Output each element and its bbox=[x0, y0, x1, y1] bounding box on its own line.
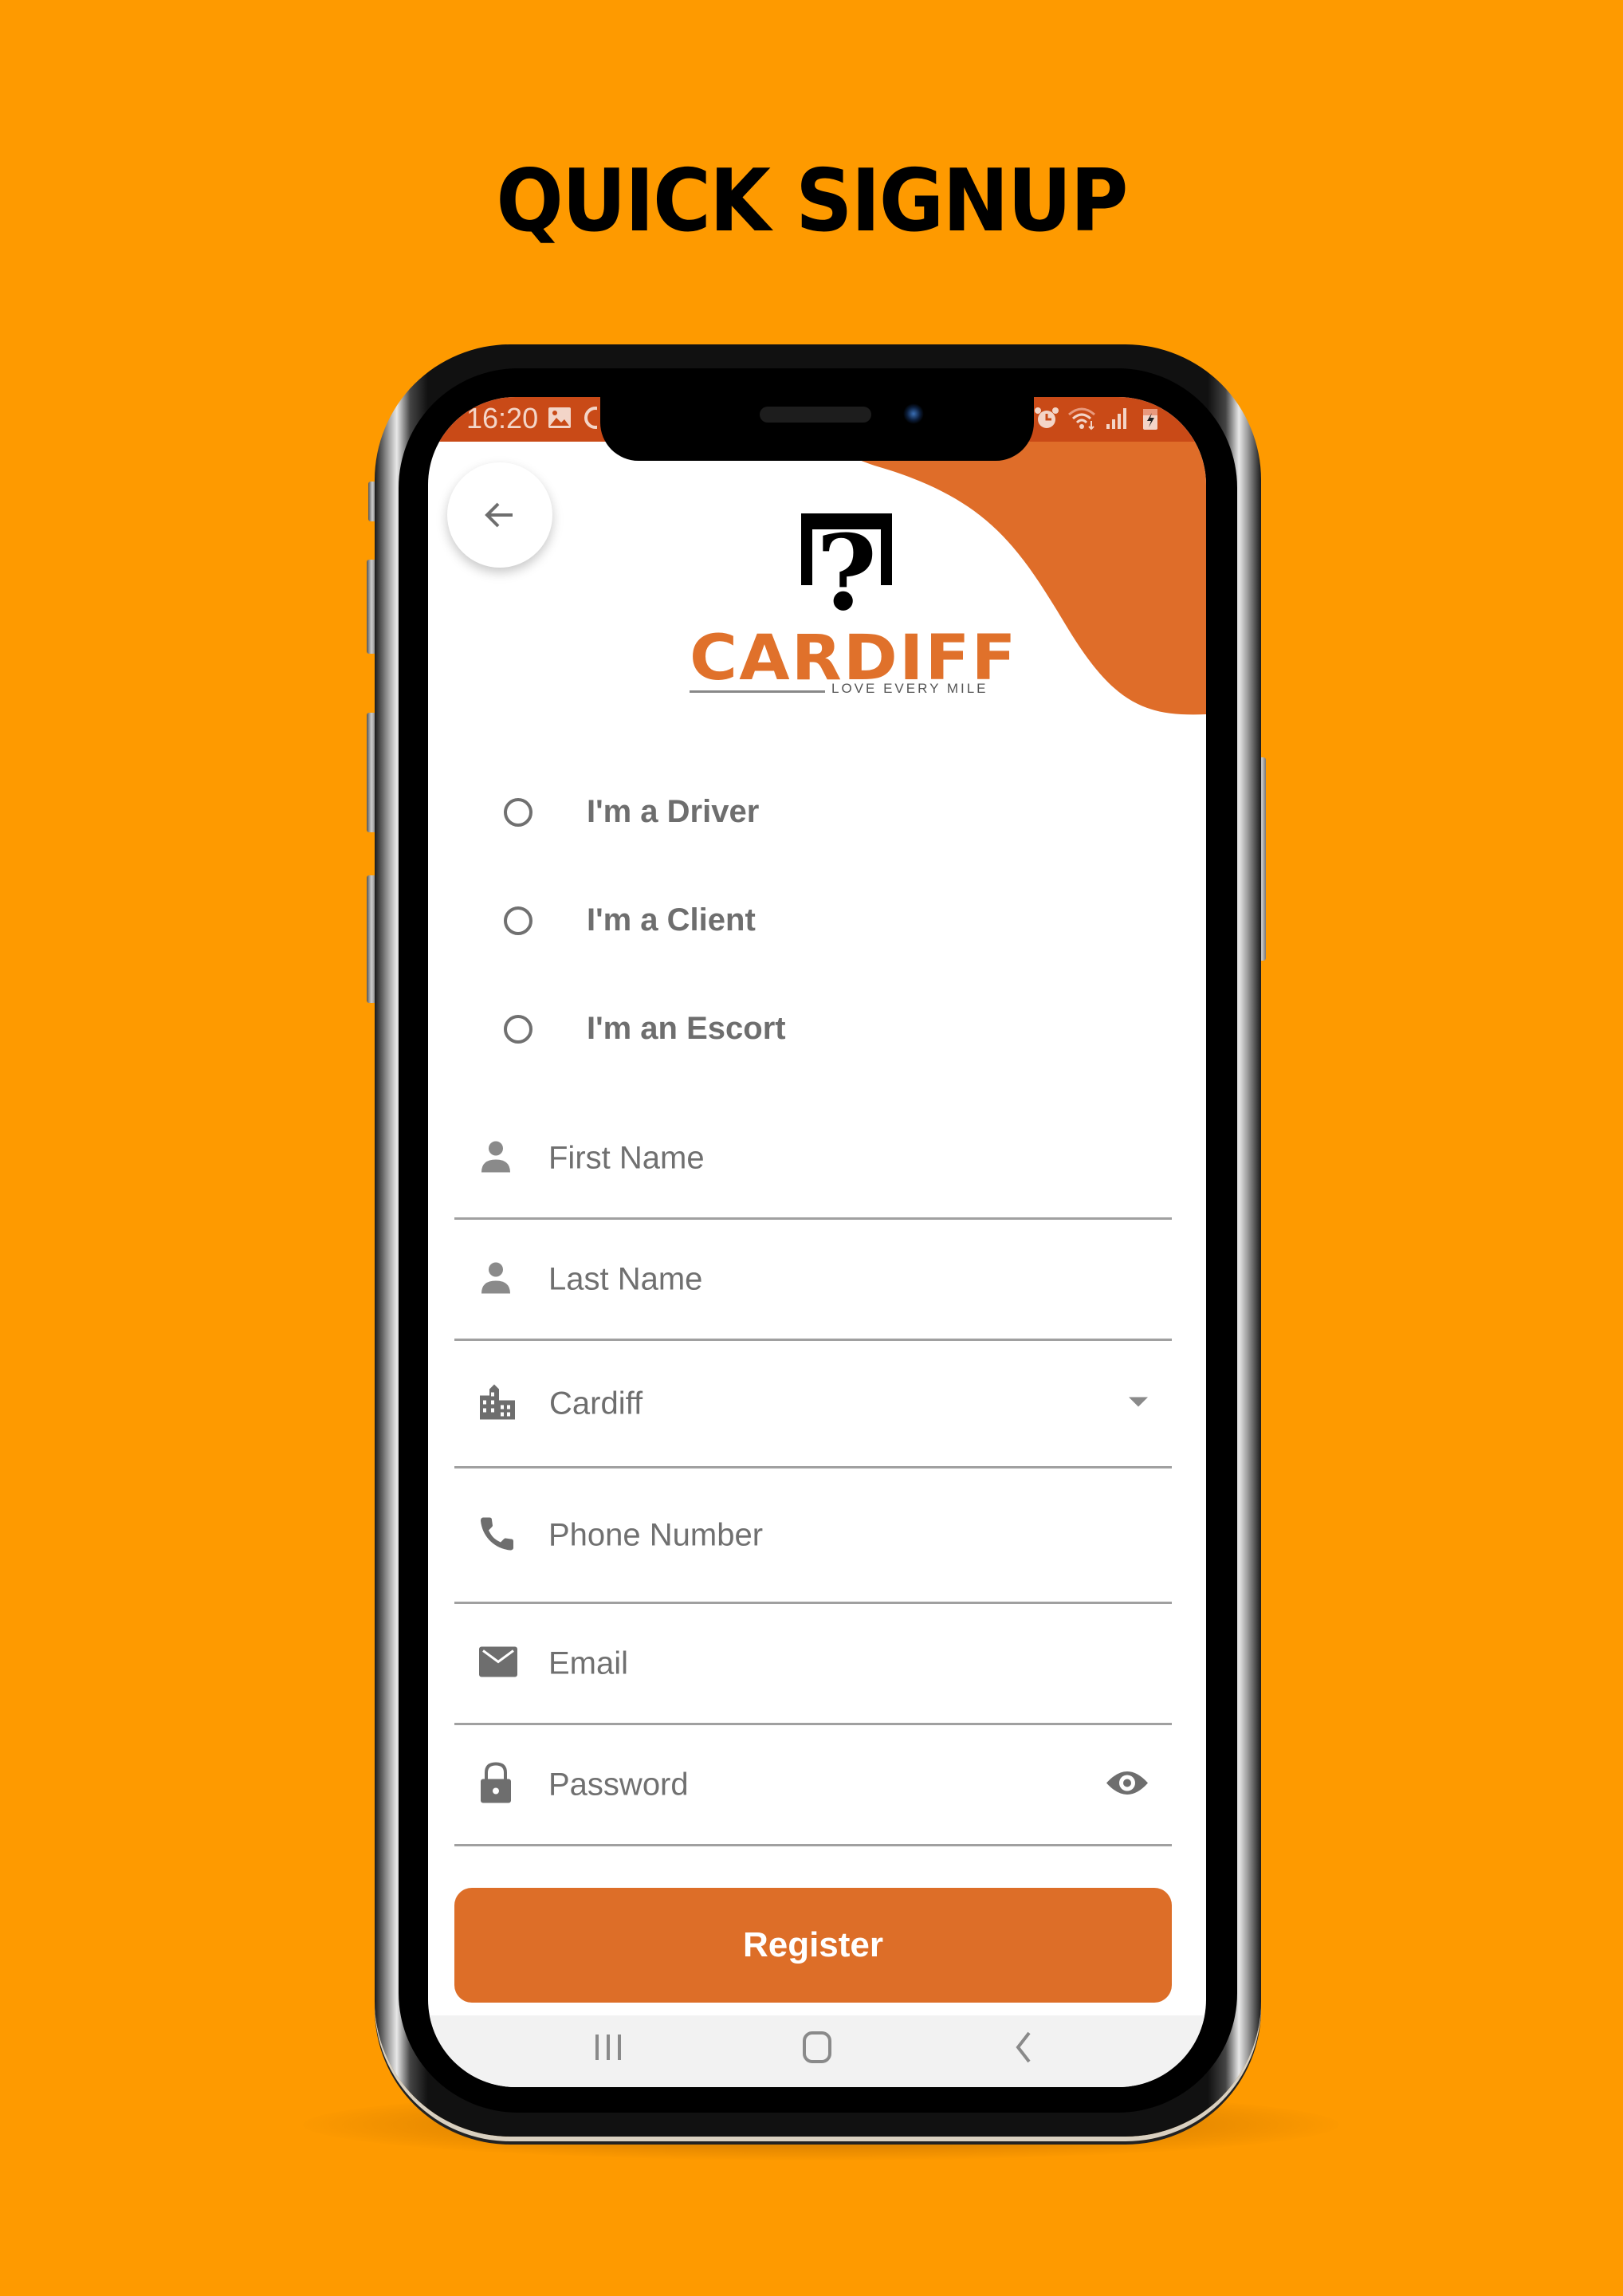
back-button[interactable] bbox=[447, 462, 552, 568]
logo-tagline: LOVE EVERY MILE bbox=[831, 681, 988, 696]
person-icon bbox=[478, 1138, 513, 1177]
recent-apps-icon[interactable] bbox=[592, 2030, 624, 2069]
register-button[interactable]: Register bbox=[454, 1888, 1172, 2003]
home-icon[interactable] bbox=[800, 2030, 835, 2069]
eye-icon[interactable] bbox=[1105, 1767, 1149, 1802]
page-title: QUICK SIGNUP bbox=[496, 151, 1128, 251]
arrow-left-icon bbox=[485, 502, 513, 528]
role-option-driver[interactable]: I'm a Driver bbox=[504, 794, 759, 830]
person-icon bbox=[478, 1260, 513, 1299]
android-nav-bar bbox=[428, 2015, 1206, 2087]
first-name-input[interactable] bbox=[547, 1139, 1060, 1177]
city-selected-value: Cardiff bbox=[549, 1386, 643, 1421]
back-nav-icon[interactable] bbox=[1012, 2030, 1035, 2069]
radio-button[interactable] bbox=[504, 1014, 532, 1044]
logo-underline bbox=[690, 690, 825, 693]
battery-charging-icon bbox=[1142, 407, 1159, 434]
alarm-icon bbox=[1034, 407, 1059, 434]
signal-icon bbox=[1106, 407, 1128, 434]
role-option-escort[interactable]: I'm an Escort bbox=[504, 1011, 786, 1047]
last-name-input[interactable] bbox=[547, 1260, 1060, 1298]
dropdown-arrow-icon[interactable] bbox=[1127, 1395, 1149, 1412]
password-field[interactable] bbox=[454, 1725, 1172, 1846]
image-icon bbox=[548, 407, 572, 433]
radio-label: I'm an Escort bbox=[587, 1011, 786, 1046]
first-name-field[interactable] bbox=[454, 1099, 1172, 1220]
last-name-field[interactable] bbox=[454, 1220, 1172, 1341]
radio-label: I'm a Client bbox=[587, 902, 756, 938]
phone-number-input[interactable] bbox=[547, 1516, 1060, 1554]
phone-notch bbox=[600, 397, 1034, 461]
radio-button[interactable] bbox=[504, 906, 532, 935]
email-icon bbox=[478, 1645, 518, 1681]
city-icon bbox=[478, 1382, 517, 1425]
email-input[interactable] bbox=[547, 1645, 1060, 1682]
phone-number-field[interactable] bbox=[454, 1468, 1172, 1604]
lock-icon bbox=[478, 1761, 513, 1808]
phone-camera bbox=[903, 403, 924, 424]
radio-button[interactable] bbox=[504, 797, 532, 827]
notification-icon bbox=[584, 407, 607, 433]
wifi-icon bbox=[1067, 407, 1099, 434]
city-dropdown[interactable]: Cardiff bbox=[454, 1341, 1172, 1468]
password-input[interactable] bbox=[547, 1766, 1060, 1803]
phone-screen: 16:20 ? CARDIFF LOVE EVERY MILE I'm a Dr… bbox=[428, 397, 1206, 2087]
phone-icon bbox=[478, 1514, 517, 1556]
broken-image-icon: ? bbox=[801, 512, 892, 634]
status-time: 16:20 bbox=[466, 402, 539, 434]
role-option-client[interactable]: I'm a Client bbox=[504, 902, 756, 938]
svg-text:?: ? bbox=[816, 513, 877, 625]
email-field[interactable] bbox=[454, 1604, 1172, 1725]
radio-label: I'm a Driver bbox=[587, 794, 760, 829]
brand-logo: CARDIFF LOVE EVERY MILE bbox=[690, 627, 1016, 698]
phone-speaker bbox=[760, 407, 871, 423]
